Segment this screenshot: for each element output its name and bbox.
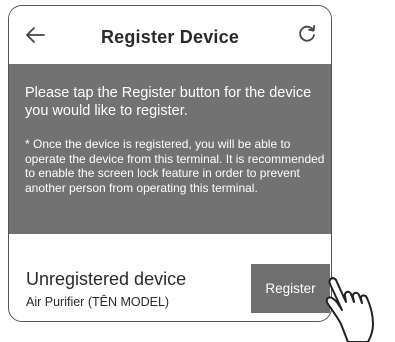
device-model-line: Air Purifier (TÊN MODEL) (26, 295, 169, 309)
device-type: Air Purifier (26, 295, 85, 309)
refresh-icon[interactable] (298, 25, 316, 43)
device-model-name: (TÊN MODEL) (87, 295, 170, 309)
security-note: * Once the device is registered, you wil… (25, 137, 325, 195)
instruction-panel: Please tap the Register button for the d… (9, 64, 331, 234)
phone-screen: Register Device Please tap the Register … (8, 5, 332, 322)
device-status-label: Unregistered device (26, 269, 187, 289)
tapping-hand-icon (325, 277, 374, 342)
app-header: Register Device (9, 6, 331, 64)
page-title: Register Device (100, 27, 240, 47)
instruction-text: Please tap the Register button for the d… (25, 85, 312, 119)
